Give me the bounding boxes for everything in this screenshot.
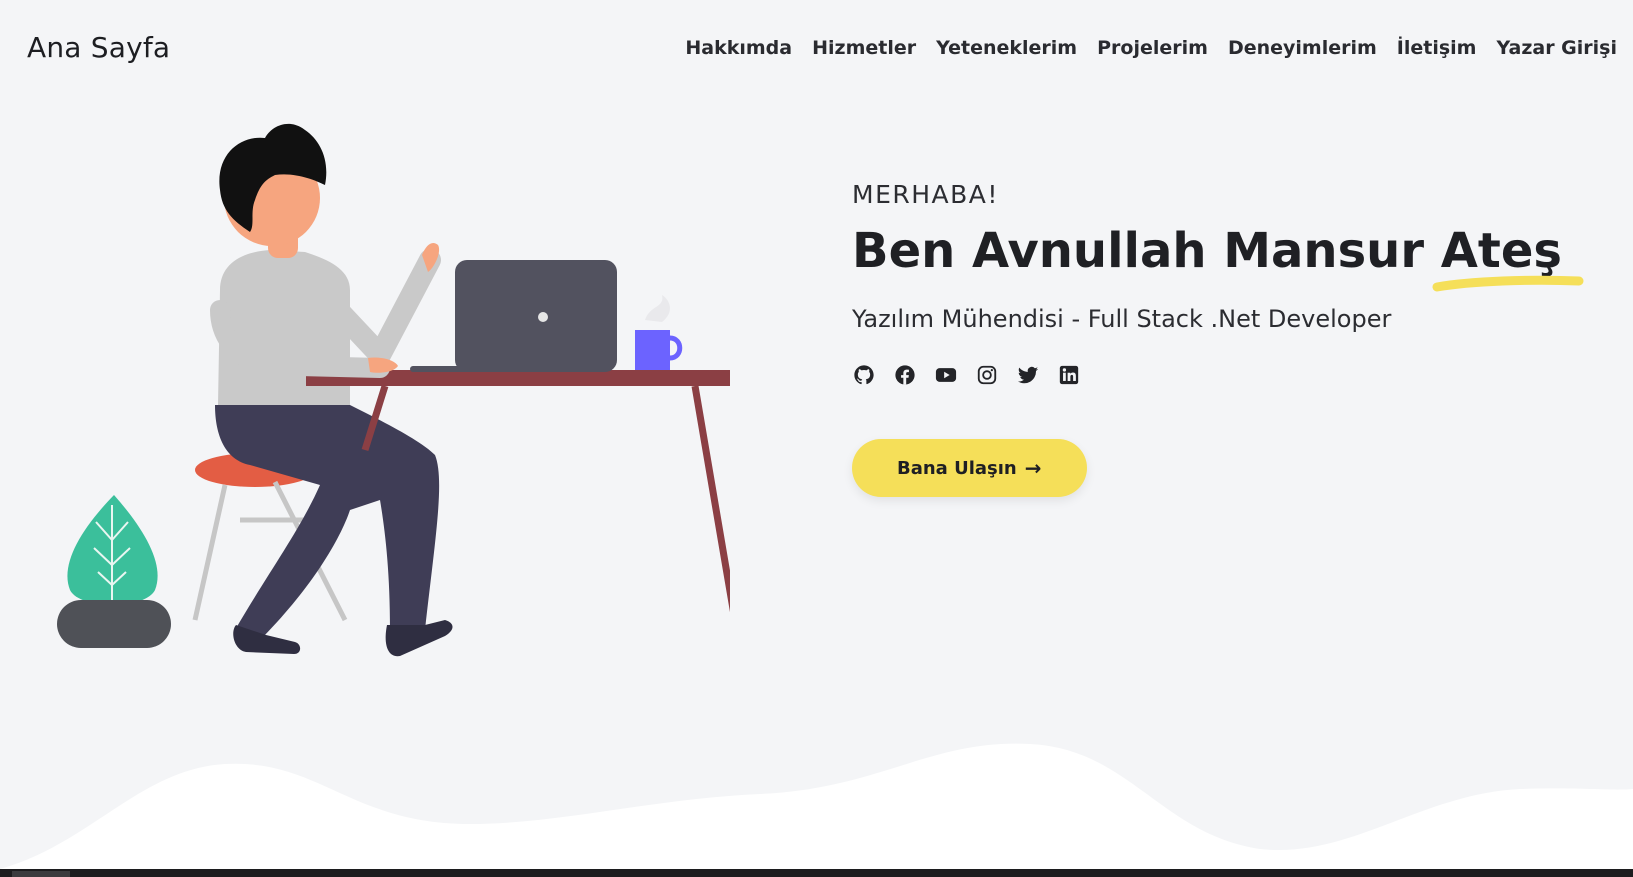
nav-links: Hakkımda Hizmetler Yeteneklerim Projeler…: [685, 37, 1617, 59]
nav-link-yazar-girisi[interactable]: Yazar Girişi: [1496, 37, 1617, 59]
hero-title-highlight-text: Ateş: [1440, 223, 1562, 279]
linkedin-icon[interactable]: [1057, 363, 1081, 387]
hero-title-highlight: Ateş: [1432, 223, 1584, 292]
contact-button-label: Bana Ulaşın: [897, 457, 1017, 479]
github-icon[interactable]: [852, 363, 876, 387]
instagram-icon[interactable]: [975, 363, 999, 387]
twitter-icon[interactable]: [1016, 363, 1040, 387]
navbar: Ana Sayfa Hakkımda Hizmetler Yetenekleri…: [0, 0, 1633, 95]
contact-button[interactable]: Bana Ulaşın →: [852, 439, 1087, 497]
hero-subtitle: Yazılım Mühendisi - Full Stack .Net Deve…: [852, 305, 1392, 333]
highlight-underline: [1432, 275, 1584, 292]
social-links: [852, 363, 1572, 387]
greeting-text: MERHABA!: [852, 180, 999, 209]
nav-link-iletisim[interactable]: İletişim: [1397, 37, 1477, 59]
horizontal-scrollbar[interactable]: [0, 869, 1633, 877]
arrow-right-icon: →: [1024, 456, 1042, 480]
plant-illustration: [57, 495, 171, 648]
laptop-illustration: [410, 260, 617, 372]
nav-link-yeteneklerim[interactable]: Yeteneklerim: [936, 37, 1077, 59]
nav-link-hizmetler[interactable]: Hizmetler: [812, 37, 916, 59]
hero-text: MERHABA! Ben Avnullah Mansur Ateş Yazılı…: [852, 180, 1584, 497]
hero-title: Ben Avnullah Mansur Ateş: [852, 223, 1584, 292]
facebook-icon[interactable]: [893, 363, 917, 387]
nav-link-hakkimda[interactable]: Hakkımda: [685, 37, 792, 59]
bottom-wave: [0, 743, 1633, 869]
nav-link-projelerim[interactable]: Projelerim: [1097, 37, 1208, 59]
scrollbar-thumb[interactable]: [12, 871, 70, 877]
desk-illustration: [306, 370, 730, 613]
mug-illustration: [635, 295, 683, 370]
nav-link-deneyimlerim[interactable]: Deneyimlerim: [1228, 37, 1377, 59]
hero-illustration: [57, 123, 730, 657]
brand-link[interactable]: Ana Sayfa: [27, 31, 170, 64]
youtube-icon[interactable]: [934, 363, 958, 387]
hero-title-main: Ben Avnullah Mansur: [852, 223, 1441, 279]
